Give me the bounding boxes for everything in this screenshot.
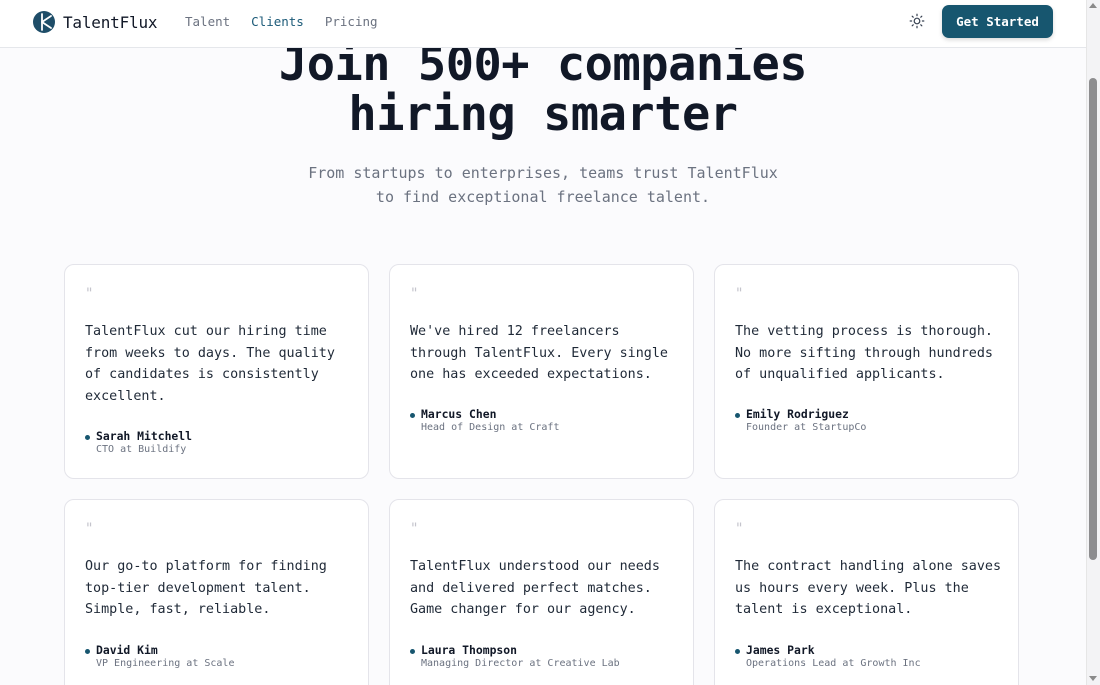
author-dot-icon [410, 649, 415, 654]
testimonial-card: " Our go-to platform for finding top-tie… [64, 499, 369, 685]
sun-icon[interactable] [909, 13, 925, 29]
author-dot-icon [410, 413, 415, 418]
quote-icon: " [410, 286, 419, 302]
quote-icon: " [410, 521, 419, 537]
nav-links: Talent Clients Pricing [185, 14, 399, 29]
quote-icon: " [735, 286, 744, 302]
author-name: Sarah Mitchell [96, 429, 193, 443]
author-name: Emily Rodriguez [746, 407, 849, 421]
top-navbar: TalentFlux Talent Clients Pricing Get St… [0, 0, 1086, 48]
scroll-down-arrow-icon[interactable] [1089, 676, 1097, 681]
testimonial-card: " The contract handling alone saves us h… [714, 499, 1019, 685]
author-role: CTO at Buildify [96, 444, 187, 455]
hero-subtitle: From startups to enterprises, teams trus… [0, 161, 1086, 209]
testimonial-card: " TalentFlux cut our hiring time from we… [64, 264, 369, 479]
testimonial-text: We've hired 12 freelancers through Talen… [410, 324, 668, 383]
hero-subtitle-line-1: From startups to enterprises, teams trus… [308, 164, 778, 182]
testimonial-text: The vetting process is thorough. No more… [735, 324, 993, 383]
author-dot-icon [85, 649, 90, 654]
testimonial-card: " The vetting process is thorough. No mo… [714, 264, 1019, 479]
nav-link-clients[interactable]: Clients [251, 14, 304, 29]
author-name: David Kim [96, 643, 158, 657]
author-name: Laura Thompson [421, 643, 518, 657]
author-role: Head of Design at Craft [421, 422, 560, 433]
testimonial-text: Our go-to platform for finding top-tier … [85, 559, 327, 618]
testimonial-text: TalentFlux understood our needs and deli… [410, 559, 660, 618]
author-dot-icon [735, 413, 740, 418]
author-dot-icon [735, 649, 740, 654]
nav-link-pricing[interactable]: Pricing [325, 14, 378, 29]
testimonial-card: " TalentFlux understood our needs and de… [389, 499, 694, 685]
hero-title: Join 500+ companies hiring smarter [0, 40, 1086, 140]
nav-link-talent[interactable]: Talent [185, 14, 230, 29]
quote-icon: " [735, 521, 744, 537]
brand-logo-link[interactable]: TalentFlux [33, 11, 158, 33]
author-role: Operations Lead at Growth Inc [746, 658, 921, 669]
quote-icon: " [85, 286, 94, 302]
scrollbar-thumb[interactable] [1089, 78, 1097, 560]
quote-icon: " [85, 521, 94, 537]
get-started-button[interactable]: Get Started [942, 5, 1053, 38]
brand-name: TalentFlux [63, 12, 158, 32]
author-dot-icon [85, 435, 90, 440]
author-name: James Park [746, 643, 815, 657]
author-role: Managing Director at Creative Lab [421, 658, 620, 669]
author-role: VP Engineering at Scale [96, 658, 235, 669]
author-name: Marcus Chen [421, 407, 497, 421]
testimonial-text: The contract handling alone saves us hou… [735, 559, 1002, 618]
author-role: Founder at StartupCo [746, 422, 867, 433]
testimonial-text: TalentFlux cut our hiring time from week… [85, 324, 335, 405]
talentflux-logo-icon [33, 11, 55, 33]
hero-subtitle-line-2: to find exceptional freelance talent. [375, 188, 711, 206]
testimonial-card: " We've hired 12 freelancers through Tal… [389, 264, 694, 479]
scroll-up-arrow-icon[interactable] [1089, 3, 1097, 8]
hero-title-line-2: hiring smarter [348, 87, 738, 142]
